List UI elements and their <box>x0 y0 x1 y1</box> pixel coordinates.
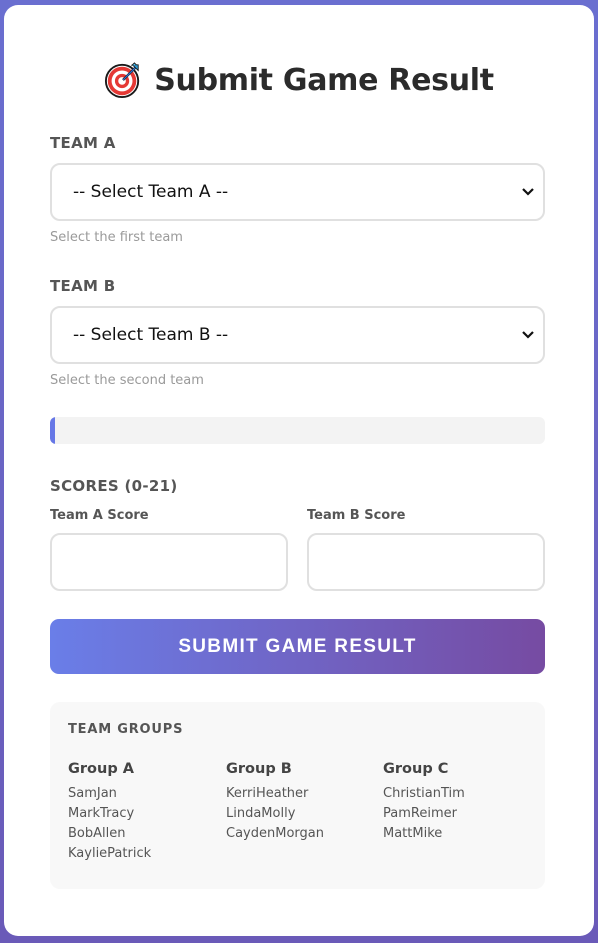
team-groups-panel: TEAM GROUPS Group A SamJan MarkTracy Bob… <box>50 702 545 889</box>
submit-button[interactable]: SUBMIT GAME RESULT <box>50 619 545 674</box>
progress-bar <box>50 417 545 444</box>
group-team: SamJan <box>68 786 117 801</box>
group-name: Group C <box>383 761 449 777</box>
team-b-label: TEAM B <box>50 277 116 295</box>
team-a-label: TEAM A <box>50 134 116 152</box>
team-a-help: Select the first team <box>50 230 183 245</box>
team-b-select[interactable]: -- Select Team B -- <box>50 306 545 364</box>
team-a-score-input[interactable] <box>50 533 288 591</box>
group-team: CaydenMorgan <box>226 826 324 841</box>
group-team: KayliePatrick <box>68 846 152 861</box>
team-b-help: Select the second team <box>50 373 204 388</box>
team-b-score-input[interactable] <box>307 533 545 591</box>
chevron-down-icon <box>522 188 534 196</box>
group-team: ChristianTim <box>383 786 465 801</box>
group-team: MattMike <box>383 826 443 841</box>
group-column: Group A SamJan MarkTracy BobAllen Kaylie… <box>68 761 151 864</box>
page-title: Submit Game Result <box>154 62 494 98</box>
group-team: PamReimer <box>383 806 457 821</box>
team-b-selected-value: -- Select Team B -- <box>73 325 229 345</box>
group-name: Group B <box>226 761 292 777</box>
team-a-selected-value: -- Select Team A -- <box>73 182 229 202</box>
team-a-select[interactable]: -- Select Team A -- <box>50 163 545 221</box>
progress-fill <box>50 417 55 444</box>
group-name: Group A <box>68 761 134 777</box>
form-card: Submit Game Result TEAM A -- Select Team… <box>4 5 594 936</box>
group-team: LindaMolly <box>226 806 296 821</box>
team-a-score-label: Team A Score <box>50 508 149 523</box>
scores-label: SCORES (0-21) <box>50 477 178 495</box>
group-column: Group C ChristianTim PamReimer MattMike <box>383 761 465 844</box>
group-team: KerriHeather <box>226 786 309 801</box>
group-team: MarkTracy <box>68 806 135 821</box>
group-column: Group B KerriHeather LindaMolly CaydenMo… <box>226 761 324 844</box>
team-groups-heading: TEAM GROUPS <box>68 722 184 737</box>
team-b-score-label: Team B Score <box>307 508 406 523</box>
chevron-down-icon <box>522 331 534 339</box>
target-icon <box>105 62 140 99</box>
group-team: BobAllen <box>68 826 126 841</box>
title-row: Submit Game Result <box>4 61 594 99</box>
